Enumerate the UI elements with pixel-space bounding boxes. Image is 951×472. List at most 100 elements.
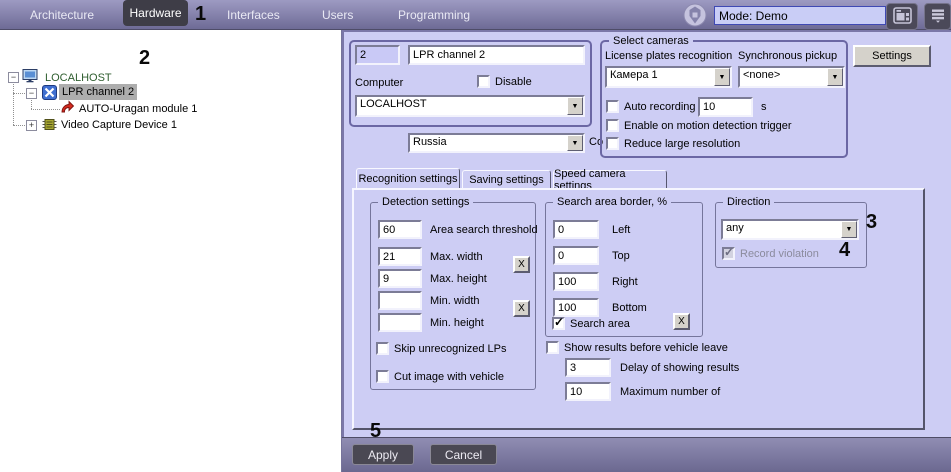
record-violation-label: Record violation xyxy=(740,248,819,260)
select-cameras-title: Select cameras xyxy=(609,35,693,47)
seconds-label: s xyxy=(761,101,767,113)
record-violation-checkbox[interactable]: Record violation xyxy=(722,247,819,260)
hardware-object-tree: − LOCALHOST − LPR channel 2 AUTO-Uragan … xyxy=(0,30,342,472)
lpr-channel-icon xyxy=(42,85,57,103)
identity-group: Computer Disable LOCALHOST ▼ xyxy=(349,40,592,127)
reduce-resolution-label: Reduce large resolution xyxy=(624,138,740,150)
tree-item-uragan-module[interactable]: AUTO-Uragan module 1 xyxy=(79,102,197,116)
dropdown-arrow-icon[interactable]: ▼ xyxy=(567,97,583,115)
annotation-3: 3 xyxy=(866,212,877,232)
cut-image-label: Cut image with vehicle xyxy=(394,371,504,383)
checkbox-box xyxy=(722,247,735,260)
tab-saving-settings[interactable]: Saving settings xyxy=(462,170,551,188)
menu-hardware[interactable]: Hardware xyxy=(123,0,188,26)
border-left-field[interactable] xyxy=(553,220,599,239)
area-search-threshold-label: Area search threshold xyxy=(430,224,538,236)
area-search-threshold-field[interactable] xyxy=(378,220,422,239)
border-top-field[interactable] xyxy=(553,246,599,265)
country-select[interactable]: Russia ▼ xyxy=(408,133,585,153)
annotation-4: 4 xyxy=(839,240,850,260)
checkbox-box xyxy=(606,137,619,150)
max-height-field[interactable] xyxy=(378,269,422,288)
lpr-camera-value: Камера 1 xyxy=(607,68,714,86)
dropdown-arrow-icon[interactable]: ▼ xyxy=(827,68,843,86)
border-right-field[interactable] xyxy=(553,272,599,291)
min-width-field[interactable] xyxy=(378,291,422,310)
search-area-border-group: Search area border, % Left Top Right Bot… xyxy=(545,202,703,337)
auto-recording-seconds-field[interactable] xyxy=(698,97,753,117)
panel-menu-button[interactable] xyxy=(924,3,951,30)
menu-interfaces[interactable]: Interfaces xyxy=(227,8,280,22)
sync-pickup-select[interactable]: <none> ▼ xyxy=(738,66,845,88)
object-name-field[interactable] xyxy=(408,45,585,65)
menu-programming[interactable]: Programming xyxy=(398,8,470,22)
computer-select[interactable]: LOCALHOST ▼ xyxy=(355,95,585,117)
checkbox-box xyxy=(477,75,490,88)
search-area-reset-button[interactable]: X xyxy=(673,313,690,330)
border-left-label: Left xyxy=(612,224,630,236)
annotation-2: 2 xyxy=(139,48,150,68)
cut-image-checkbox[interactable]: Cut image with vehicle xyxy=(376,370,504,383)
recognition-settings-panel: Detection settings Area search threshold… xyxy=(352,188,925,430)
border-right-label: Right xyxy=(612,276,638,288)
lpr-camera-select[interactable]: Камера 1 ▼ xyxy=(605,66,732,88)
show-results-label: Show results before vehicle leave xyxy=(564,342,728,354)
show-results-checkbox[interactable]: Show results before vehicle leave xyxy=(546,341,728,354)
skip-unrecognized-checkbox[interactable]: Skip unrecognized LPs xyxy=(376,342,507,355)
auto-recording-checkbox[interactable]: Auto recording xyxy=(606,100,696,113)
max-width-field[interactable] xyxy=(378,247,422,266)
search-area-label: Search area xyxy=(570,318,630,330)
tree-item-lpr-channel[interactable]: LPR channel 2 xyxy=(59,84,137,100)
tab-speed-camera-settings[interactable]: Speed camera settings xyxy=(553,170,667,188)
tree-connector xyxy=(13,93,25,94)
dropdown-arrow-icon[interactable]: ▼ xyxy=(714,68,730,86)
max-size-reset-button[interactable]: X xyxy=(513,256,530,273)
max-height-label: Max. height xyxy=(430,273,487,285)
menu-architecture[interactable]: Architecture xyxy=(30,8,94,22)
tree-item-localhost[interactable]: LOCALHOST xyxy=(45,71,112,85)
dropdown-arrow-icon[interactable]: ▼ xyxy=(567,135,583,151)
app-logo-icon xyxy=(683,3,707,30)
tree-connector xyxy=(13,82,14,125)
border-bottom-label: Bottom xyxy=(612,302,647,314)
detection-settings-title: Detection settings xyxy=(378,196,473,208)
disable-checkbox[interactable]: Disable xyxy=(477,75,532,88)
reduce-resolution-checkbox[interactable]: Reduce large resolution xyxy=(606,137,740,150)
max-number-field[interactable] xyxy=(565,382,611,401)
motion-trigger-checkbox[interactable]: Enable on motion detection trigger xyxy=(606,119,792,132)
cancel-button[interactable]: Cancel xyxy=(430,444,497,465)
settings-button[interactable]: Settings xyxy=(853,45,931,67)
max-number-label: Maximum number of xyxy=(620,386,720,398)
delay-results-field[interactable] xyxy=(565,358,611,377)
computer-label: Computer xyxy=(355,77,403,89)
checkbox-box xyxy=(376,370,389,383)
checkbox-box xyxy=(552,317,565,330)
select-cameras-group: Select cameras License plates recognitio… xyxy=(600,40,848,158)
checkbox-box xyxy=(606,100,619,113)
motion-trigger-label: Enable on motion detection trigger xyxy=(624,120,792,132)
object-id-field[interactable] xyxy=(355,45,400,65)
menu-bars-icon xyxy=(930,7,946,26)
checkbox-box xyxy=(376,342,389,355)
expander-video-device[interactable]: + xyxy=(26,120,37,131)
mode-field[interactable] xyxy=(714,6,886,25)
min-height-label: Min. height xyxy=(430,317,484,329)
uragan-module-icon xyxy=(60,100,75,118)
tree-item-video-device[interactable]: Video Capture Device 1 xyxy=(61,118,177,132)
checkbox-box xyxy=(606,119,619,132)
direction-select[interactable]: any ▼ xyxy=(721,219,859,240)
skip-unrecognized-label: Skip unrecognized LPs xyxy=(394,343,507,355)
dropdown-arrow-icon[interactable]: ▼ xyxy=(841,221,857,238)
annotation-5: 5 xyxy=(370,421,381,441)
screens-layout-button[interactable] xyxy=(886,3,918,30)
tab-recognition-settings[interactable]: Recognition settings xyxy=(356,168,460,188)
min-height-field[interactable] xyxy=(378,313,422,332)
tree-connector xyxy=(31,109,60,110)
expander-lpr-channel[interactable]: − xyxy=(26,88,37,99)
expander-localhost[interactable]: − xyxy=(8,72,19,83)
tree-connector xyxy=(13,125,25,126)
min-size-reset-button[interactable]: X xyxy=(513,300,530,317)
search-area-checkbox[interactable]: Search area xyxy=(552,317,630,330)
apply-button[interactable]: Apply xyxy=(352,444,414,465)
menu-users[interactable]: Users xyxy=(322,8,353,22)
